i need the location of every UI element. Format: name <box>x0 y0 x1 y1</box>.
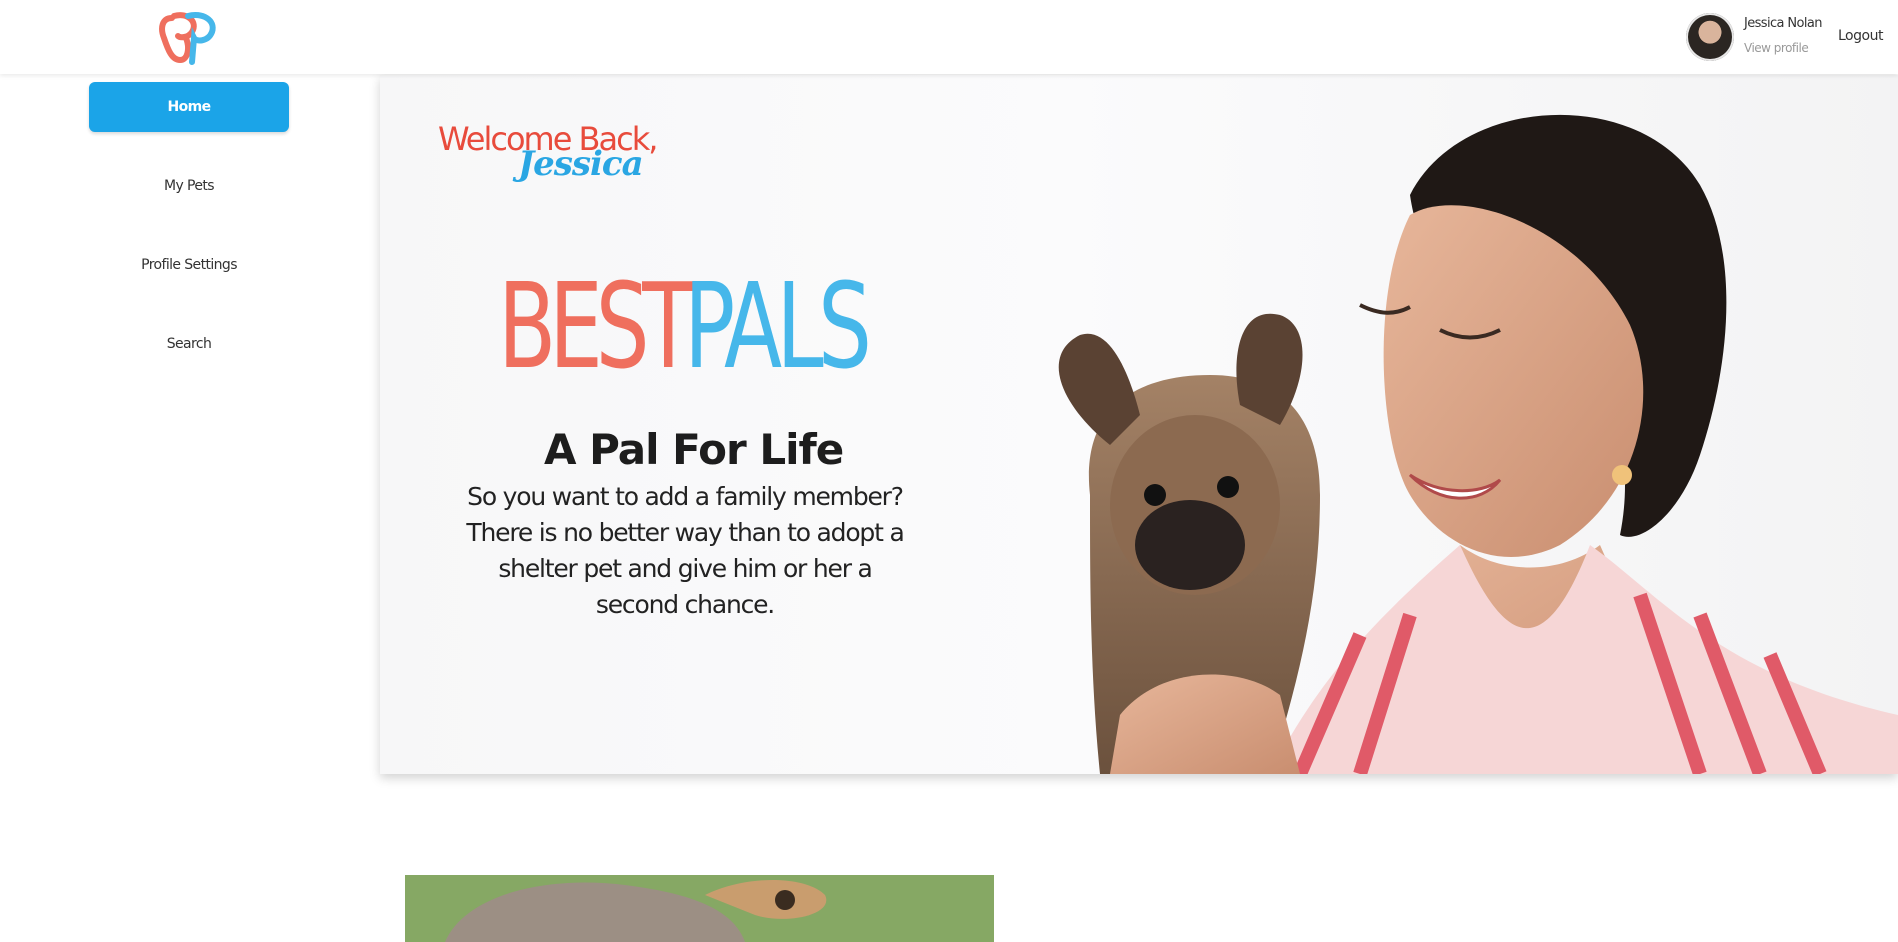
hero-blurb: So you want to add a family member? Ther… <box>466 482 904 619</box>
bestpals-logo-icon[interactable] <box>158 8 220 68</box>
brand-pals: PALS <box>684 257 872 395</box>
user-name: Jessica Nolan <box>1744 16 1823 31</box>
tagline: A Pal For Life <box>544 425 844 474</box>
sidebar-item-my-pets[interactable]: My Pets <box>89 161 289 211</box>
hero-banner: Welcome Back, Jessica BEST PALS A Pal Fo… <box>380 75 1898 774</box>
logout-button[interactable]: Logout <box>1838 28 1883 44</box>
welcome-name: Jessica <box>518 144 644 184</box>
brand-wordmark: BEST PALS <box>498 257 872 407</box>
sidebar: Home My Pets Profile Settings Search <box>0 74 378 942</box>
sidebar-item-profile-settings[interactable]: Profile Settings <box>89 240 289 290</box>
top-bar: Jessica Nolan View profile Logout <box>0 0 1898 74</box>
sidebar-item-search[interactable]: Search <box>89 319 289 369</box>
view-profile-link[interactable]: View profile <box>1744 41 1809 55</box>
brand-best: BEST <box>498 257 694 395</box>
pet-card-image[interactable] <box>405 875 994 942</box>
woman-with-puppy-photo <box>1058 114 1898 774</box>
user-avatar[interactable] <box>1686 13 1734 61</box>
pet-photo <box>405 875 994 942</box>
sidebar-item-home[interactable]: Home <box>89 82 289 132</box>
